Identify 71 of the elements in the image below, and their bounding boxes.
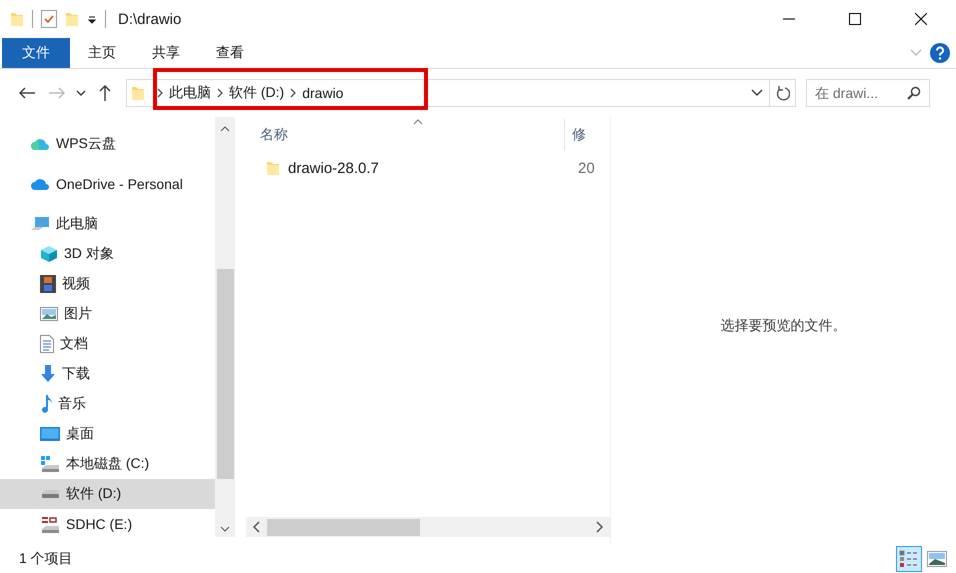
computer-icon <box>30 216 50 232</box>
image-icon <box>40 307 58 321</box>
search-icon <box>907 86 921 100</box>
drive-icon <box>40 488 60 500</box>
chevron-down-icon <box>76 90 86 96</box>
download-icon <box>40 365 56 383</box>
scroll-right-icon <box>596 521 603 533</box>
nav-item[interactable]: 下载 <box>0 359 215 389</box>
nav-item[interactable]: 图片 <box>0 299 215 329</box>
nav-item[interactable]: 本地磁盘 (C:) <box>0 449 215 479</box>
nav-item[interactable]: 音乐 <box>0 389 215 419</box>
breadcrumb[interactable]: drawio <box>302 85 344 101</box>
item-count: 1 个项目 <box>19 550 73 568</box>
breadcrumb[interactable]: 软件 (D:) <box>229 84 284 102</box>
folder-icon <box>65 11 79 27</box>
cloud-icon <box>30 137 50 151</box>
document-icon <box>40 335 54 353</box>
breadcrumb[interactable]: 此电脑 <box>169 84 211 102</box>
folder-icon <box>10 11 24 27</box>
nav-item[interactable]: 桌面 <box>0 419 215 449</box>
help-icon <box>930 43 950 63</box>
nav-item[interactable]: SDHC (E:) <box>0 509 215 539</box>
folder-icon <box>266 160 280 176</box>
picture-view-icon <box>927 551 947 567</box>
nav-item[interactable]: 视频 <box>0 269 215 299</box>
modified-date: 20 <box>578 160 595 176</box>
search-box[interactable]: 在 drawi... <box>806 79 930 107</box>
nav-item[interactable]: OneDrive - Personal <box>0 169 215 199</box>
sort-ascending-icon <box>413 119 423 125</box>
ribbon-tab[interactable]: 共享 <box>134 38 198 68</box>
horizontal-scrollbar[interactable] <box>246 517 610 537</box>
nav-item[interactable]: 软件 (D:) <box>0 479 215 509</box>
column-header[interactable]: 名称 <box>260 126 564 144</box>
maximize-icon <box>849 13 861 25</box>
music-note-icon <box>40 395 52 413</box>
chevron-right-icon <box>217 88 223 98</box>
nav-item[interactable]: 此电脑 <box>0 209 215 239</box>
close-icon <box>915 13 927 25</box>
ribbon-tab[interactable]: 主页 <box>70 38 134 68</box>
up-arrow-icon <box>99 85 111 101</box>
view-button[interactable] <box>896 546 922 572</box>
film-icon <box>40 275 56 293</box>
file-name: drawio-28.0.7 <box>288 160 380 176</box>
vertical-scrollbar[interactable] <box>215 117 235 537</box>
folder-icon <box>131 85 145 101</box>
dropdown-icon <box>751 89 763 97</box>
sd-card-icon <box>40 514 60 534</box>
dropdown-icon <box>87 14 97 24</box>
expand-ribbon-icon <box>910 49 922 57</box>
back-arrow-icon <box>19 87 35 99</box>
drive-icon <box>40 455 60 473</box>
checklist-icon <box>41 10 57 28</box>
cloud-icon <box>30 177 50 191</box>
ribbon-tab[interactable]: 文件 <box>2 38 70 68</box>
file-row[interactable]: drawio-28.0.7 20 <box>238 153 610 183</box>
window-title: D:\drawio <box>118 10 182 28</box>
chevron-right-icon <box>157 88 163 98</box>
column-header[interactable]: 修 <box>572 126 586 144</box>
nav-item[interactable]: WPS云盘 <box>0 129 215 159</box>
nav-item[interactable]: 文档 <box>0 329 215 359</box>
forward-arrow-icon <box>49 87 65 99</box>
chevron-right-icon <box>290 88 296 98</box>
details-view-icon <box>899 550 919 568</box>
preview-message: 选择要预览的文件。 <box>720 317 846 335</box>
desktop-icon <box>40 426 60 442</box>
scroll-left-icon <box>253 521 260 533</box>
refresh-icon <box>776 85 790 101</box>
ribbon-tab[interactable]: 查看 <box>198 38 262 68</box>
address-field[interactable]: 此电脑 软件 (D:) drawio <box>126 79 796 107</box>
nav-item[interactable]: 3D 对象 <box>0 239 215 269</box>
cube-icon <box>40 245 58 263</box>
